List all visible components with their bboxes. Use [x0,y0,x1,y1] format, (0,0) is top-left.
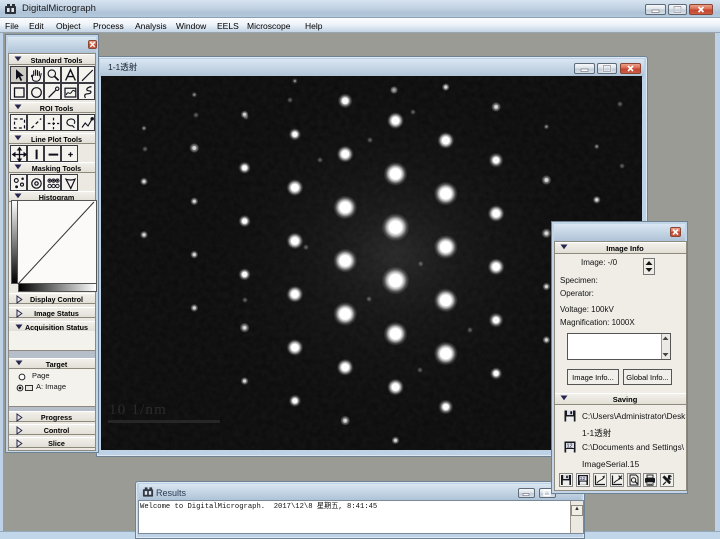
svg-text:12: 12 [567,444,573,450]
svg-text:12: 12 [580,476,586,482]
